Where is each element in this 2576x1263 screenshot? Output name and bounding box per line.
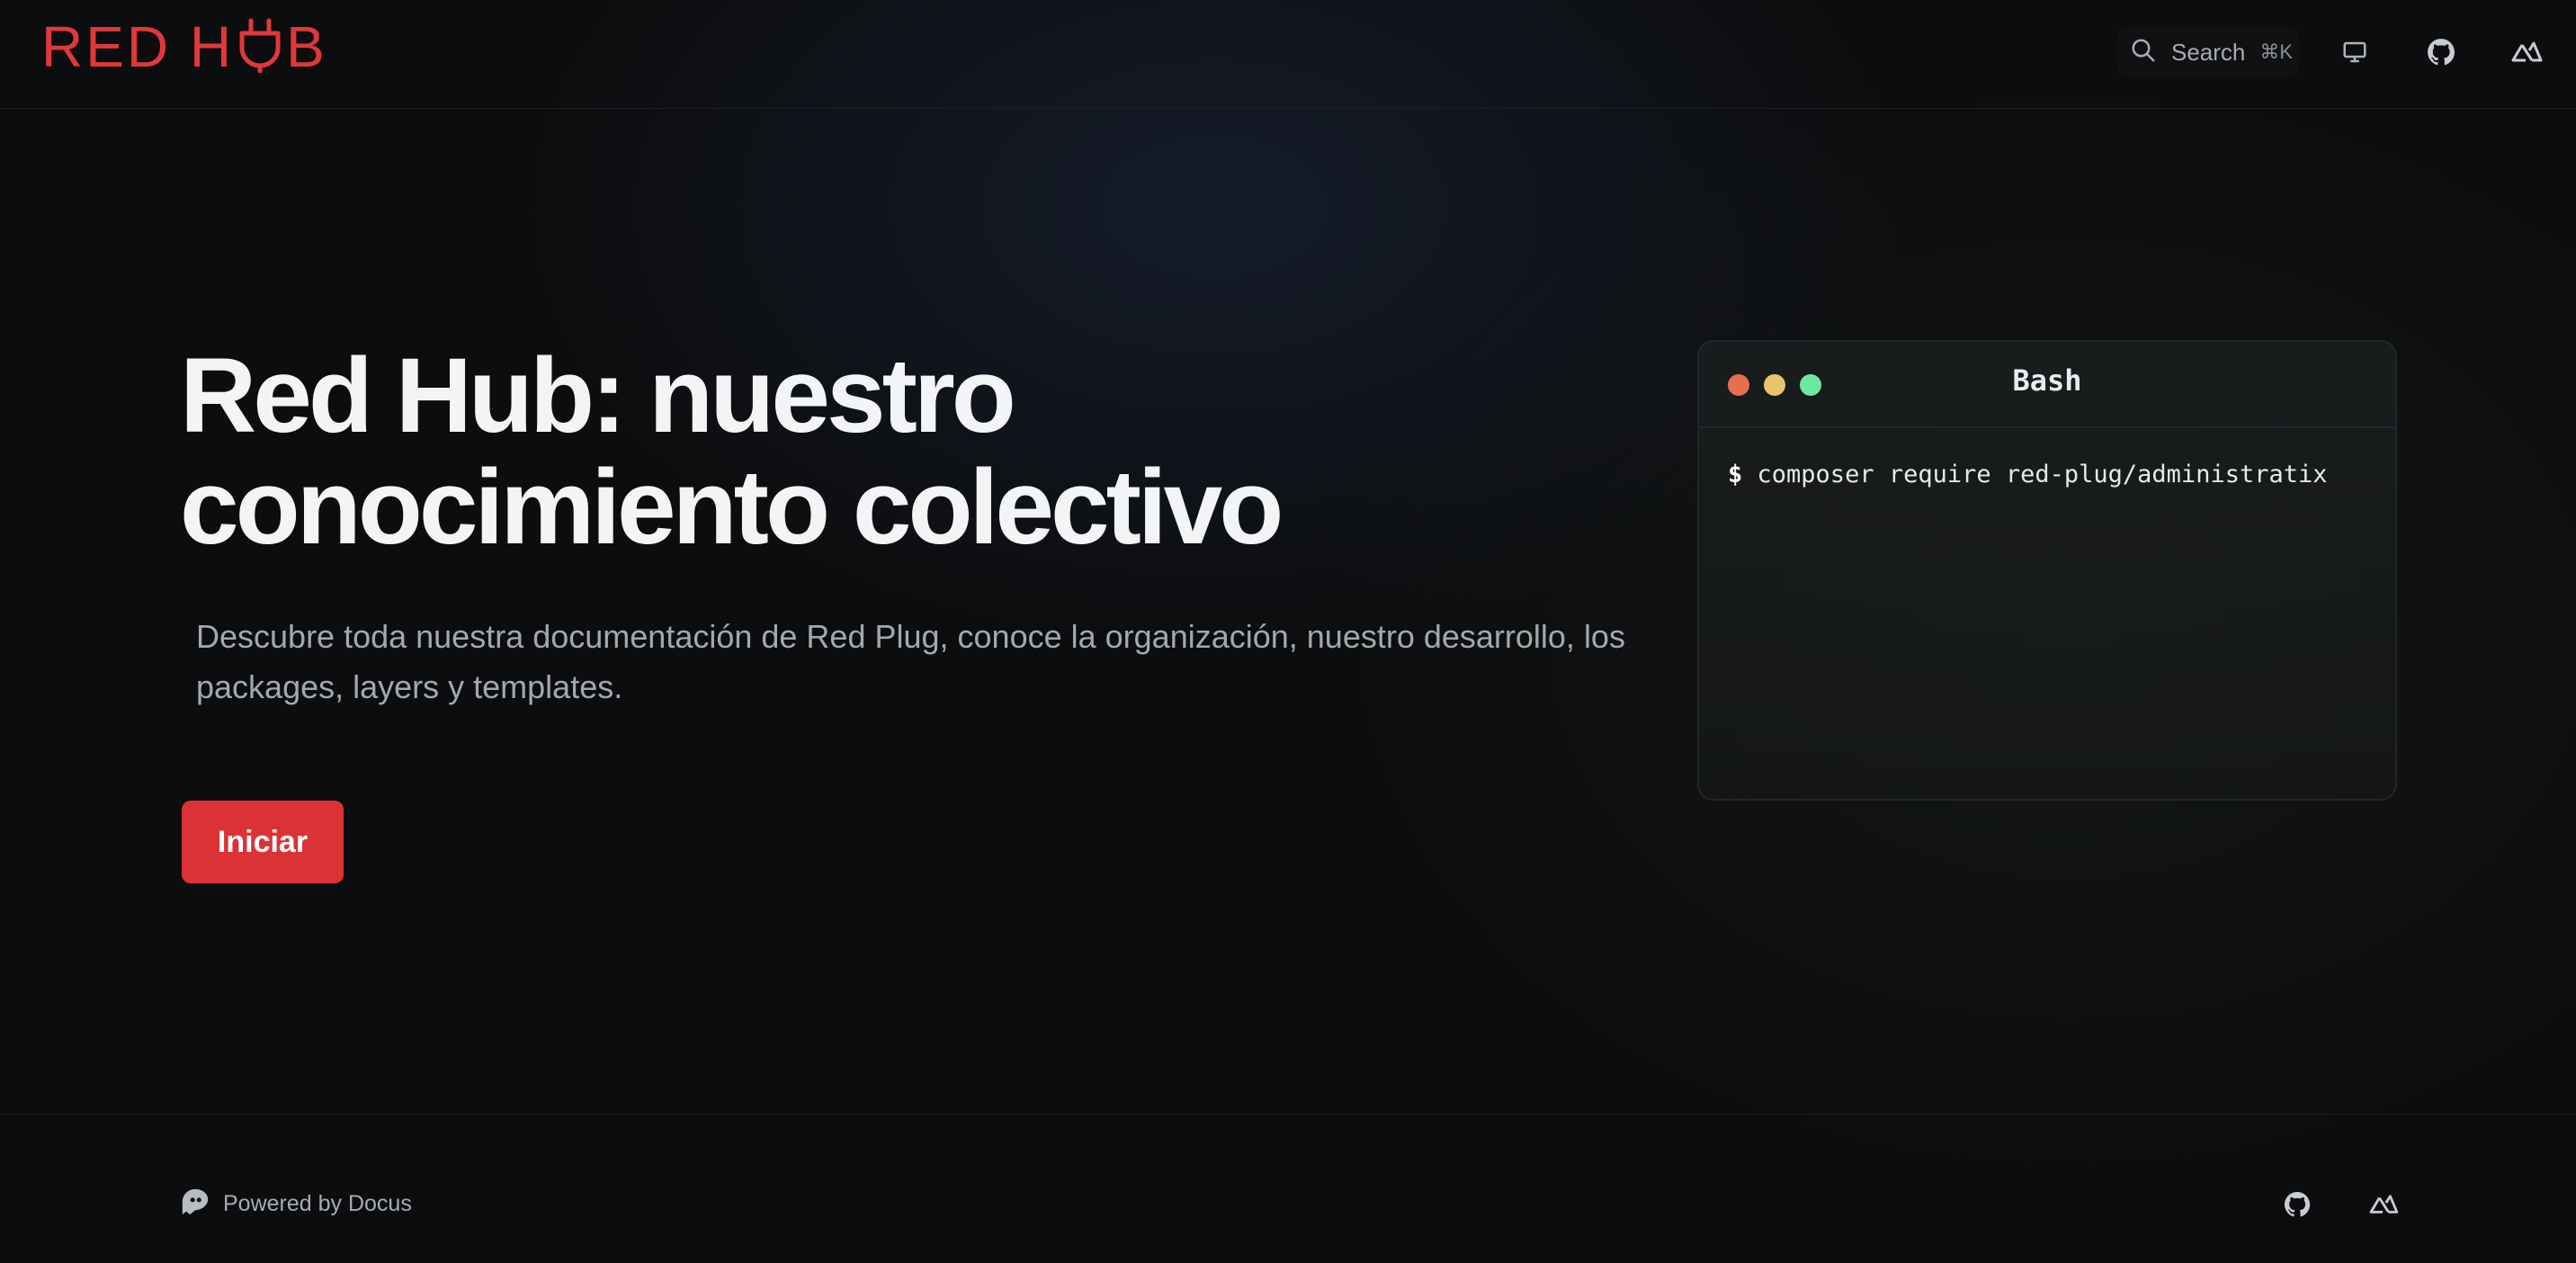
hero-description: Descubre toda nuestra documentación de R… <box>196 618 1625 705</box>
powered-by-text: Powered by Docus <box>223 1191 412 1216</box>
search-label: Search <box>2171 38 2246 66</box>
powered-by-link[interactable]: Powered by Docus <box>180 1187 412 1222</box>
page-title: Red Hub: nuestro conocimiento colectivo <box>180 336 1284 567</box>
github-icon[interactable] <box>2421 32 2461 72</box>
search-button[interactable]: Search ⌘K <box>2117 27 2299 77</box>
terminal-title-bar: Bash <box>1699 342 2395 428</box>
plug-logo-icon <box>237 17 282 77</box>
terminal-title: Bash <box>2012 363 2082 398</box>
start-button[interactable]: Iniciar <box>182 801 344 883</box>
docus-logo-icon <box>180 1187 210 1222</box>
top-navigation-bar: RED H B Search ⌘K <box>0 0 2576 109</box>
github-icon[interactable] <box>2281 1188 2313 1221</box>
search-icon <box>2130 37 2157 68</box>
red-hub-logo[interactable]: RED H B <box>41 13 327 81</box>
logo-text-left: RED H <box>41 14 235 79</box>
terminal-prompt: $ <box>1728 461 1743 488</box>
logo-text-right: B <box>286 14 327 79</box>
terminal-command: composer require red-plug/administratix <box>1757 461 2328 488</box>
search-shortcut: ⌘K <box>2259 40 2294 63</box>
terminal-command-line[interactable]: $ composer require red-plug/administrati… <box>1728 461 2328 488</box>
nuxt-icon[interactable] <box>2367 1188 2400 1221</box>
nuxt-icon[interactable] <box>2507 32 2546 72</box>
monitor-icon[interactable] <box>2335 32 2375 72</box>
terminal-window: Bash $ composer require red-plug/adminis… <box>1697 340 2397 801</box>
footer: Powered by Docus <box>0 1114 2576 1263</box>
